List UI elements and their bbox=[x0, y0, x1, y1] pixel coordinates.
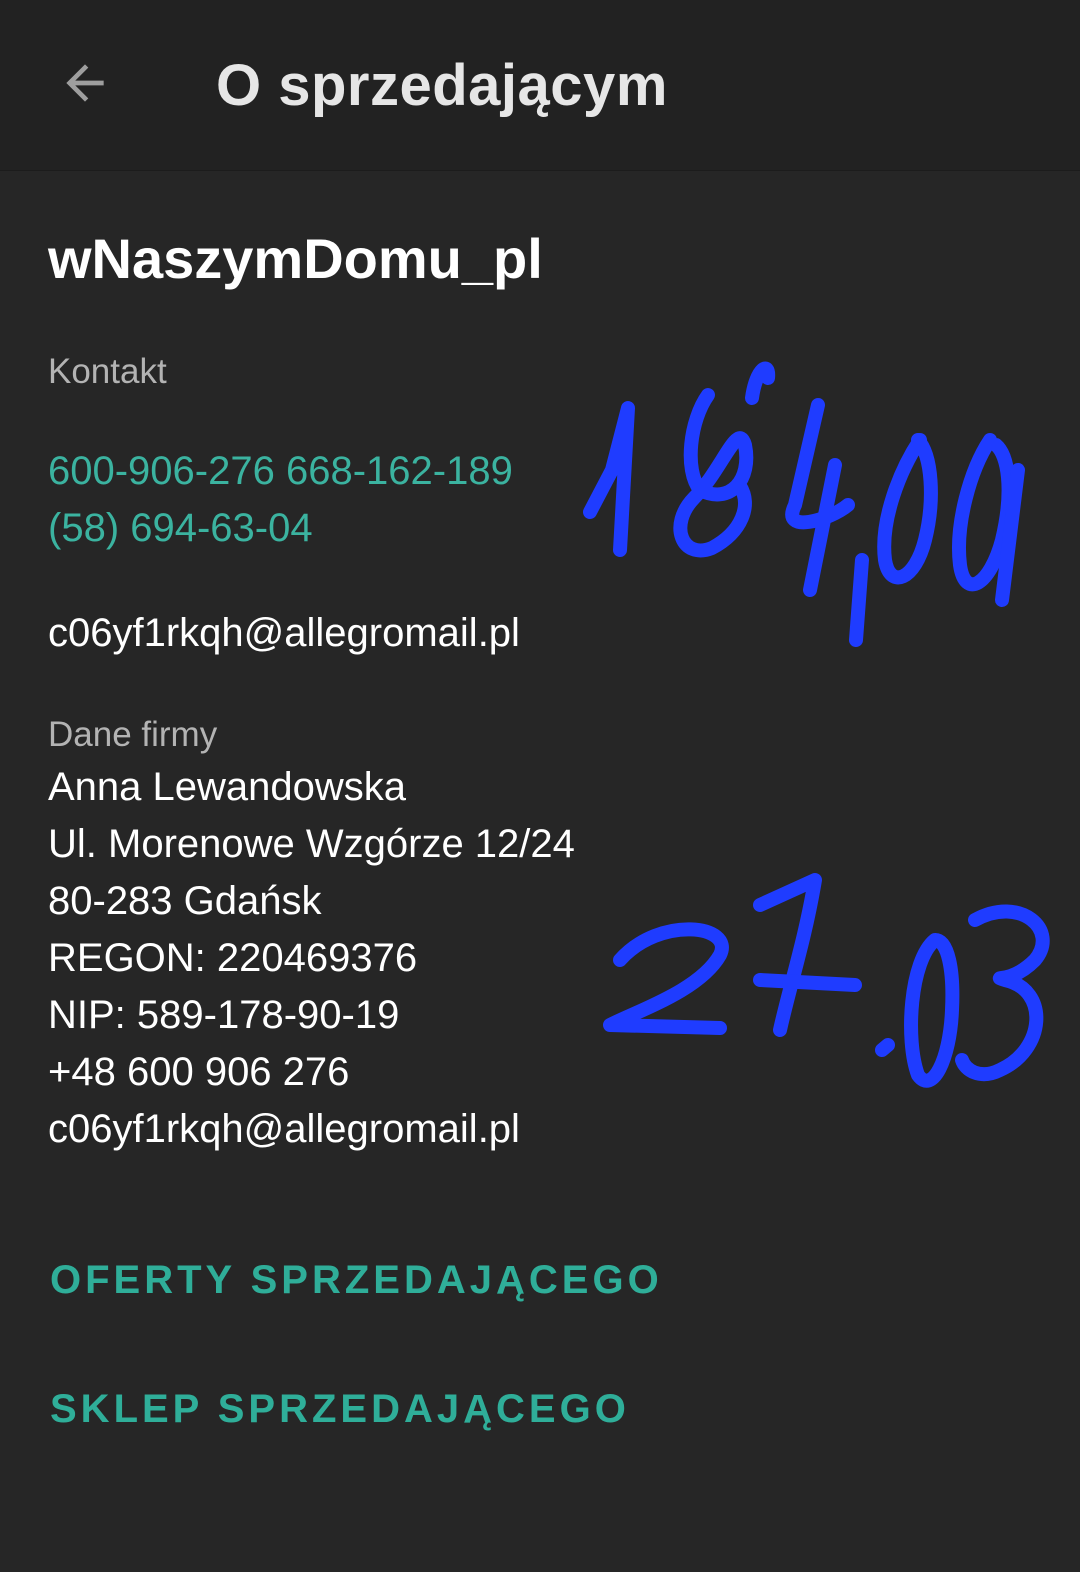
handwritten-note bbox=[603, 873, 1050, 1088]
seller-name: wNaszymDomu_pl bbox=[48, 227, 543, 290]
phone-link[interactable]: 600-906-276 bbox=[48, 449, 275, 493]
handwritten-note bbox=[583, 361, 1025, 647]
phone-link[interactable]: 668-162-189 bbox=[286, 449, 513, 493]
arrow-back-icon bbox=[57, 55, 113, 116]
contact-phone-landline-row: (58) 694-63-04 bbox=[48, 506, 313, 551]
company-label: Dane firmy bbox=[48, 715, 218, 754]
seller-offers-button[interactable]: OFERTY SPRZEDAJĄCEGO bbox=[50, 1258, 663, 1303]
page-title: O sprzedającym bbox=[216, 53, 668, 118]
app-bar: O sprzedającym bbox=[0, 0, 1080, 171]
back-button[interactable] bbox=[40, 40, 130, 130]
company-city: 80-283 Gdańsk bbox=[48, 879, 322, 923]
company-owner-name: Anna Lewandowska bbox=[48, 765, 407, 809]
contact-email[interactable]: c06yf1rkqh@allegromail.pl bbox=[48, 611, 520, 656]
contact-phones-row: 600-906-276 668-162-189 bbox=[48, 449, 513, 494]
contact-label: Kontakt bbox=[48, 352, 167, 391]
phone-link[interactable]: (58) 694-63-04 bbox=[48, 506, 313, 550]
company-regon: REGON: 220469376 bbox=[48, 936, 418, 980]
company-nip: NIP: 589-178-90-19 bbox=[48, 993, 400, 1037]
seller-shop-button[interactable]: SKLEP SPRZEDAJĄCEGO bbox=[50, 1387, 630, 1432]
company-street: Ul. Morenowe Wzgórze 12/24 bbox=[48, 822, 575, 866]
company-phone: +48 600 906 276 bbox=[48, 1050, 350, 1094]
company-email: c06yf1rkqh@allegromail.pl bbox=[48, 1107, 520, 1151]
